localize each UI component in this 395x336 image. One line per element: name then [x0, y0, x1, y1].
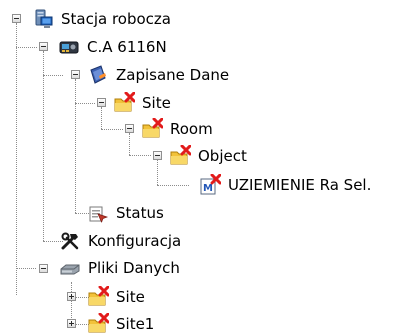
- tree-connector: [101, 107, 102, 129]
- tree-node-label: Site1: [116, 315, 155, 333]
- expand-toggle-files-site[interactable]: [67, 292, 76, 301]
- tree-connector: [43, 75, 63, 76]
- tree-node-measurement[interactable]: M UZIEMIENIE Ra Sel.: [199, 173, 373, 197]
- collapse-toggle-data-files[interactable]: [39, 264, 48, 273]
- svg-text:M: M: [203, 183, 213, 194]
- tree-node-label: Object: [198, 147, 247, 165]
- collapse-toggle-room[interactable]: [125, 124, 134, 133]
- data-files-drive-icon: [59, 257, 81, 279]
- collapse-toggle-device[interactable]: [39, 42, 48, 51]
- saved-data-book-icon: [87, 64, 109, 86]
- tree-node-label: Stacja robocza: [61, 10, 171, 28]
- tree-node-site[interactable]: Site: [113, 91, 173, 115]
- folder-with-red-x-icon: [113, 92, 135, 114]
- tree-connector: [157, 185, 189, 186]
- tree-node-object[interactable]: Object: [169, 144, 249, 168]
- tree-connector: [129, 133, 130, 155]
- collapse-toggle-site[interactable]: [97, 98, 106, 107]
- tree-node-room[interactable]: Room: [141, 117, 215, 141]
- status-icon: [87, 202, 109, 224]
- tree-connector: [75, 79, 76, 213]
- collapse-toggle-saved-data[interactable]: [71, 70, 80, 79]
- tree-node-root[interactable]: Stacja robocza: [32, 7, 173, 31]
- tree-node-files-site[interactable]: Site: [87, 285, 147, 309]
- folder-with-red-x-icon: [87, 286, 109, 308]
- tree-connector: [75, 103, 95, 104]
- tree-node-label: Site: [142, 94, 171, 112]
- tree-node-config[interactable]: Konfiguracja: [59, 229, 183, 253]
- tree-connector: [157, 160, 158, 185]
- collapse-toggle-root[interactable]: [12, 14, 21, 23]
- tree-connector: [71, 282, 72, 324]
- tree-node-label: C.A 6116N: [87, 38, 167, 56]
- tree-node-device[interactable]: C.A 6116N: [58, 35, 169, 59]
- computer-icon: [32, 8, 54, 30]
- tools-icon: [59, 230, 81, 252]
- tree-node-data-files[interactable]: Pliki Danych: [59, 256, 182, 280]
- tree-node-status[interactable]: Status: [87, 201, 166, 225]
- tree-connector: [43, 51, 44, 241]
- folder-with-red-x-icon: [141, 118, 163, 140]
- tree-connector: [129, 155, 151, 156]
- tree-node-label: Room: [170, 120, 213, 138]
- tree-connector: [16, 268, 36, 269]
- folder-with-red-x-icon: [87, 313, 109, 335]
- tree-node-label: Site: [116, 288, 145, 306]
- folder-with-red-x-icon: [169, 145, 191, 167]
- instrument-device-icon: [58, 36, 80, 58]
- tree-node-label: Pliki Danych: [88, 259, 180, 277]
- tree-view[interactable]: Stacja robocza C.A 6116N Zapisane Dane S…: [0, 0, 395, 336]
- tree-node-label: UZIEMIENIE Ra Sel.: [228, 176, 372, 194]
- tree-node-label: Status: [116, 204, 164, 222]
- tree-connector: [16, 23, 17, 295]
- tree-node-files-site1[interactable]: Site1: [87, 312, 156, 336]
- measurement-doc-icon: M: [199, 174, 221, 196]
- tree-node-label: Konfiguracja: [88, 232, 182, 250]
- expand-toggle-files-site1[interactable]: [67, 319, 76, 328]
- tree-node-saved-data[interactable]: Zapisane Dane: [87, 63, 231, 87]
- tree-node-label: Zapisane Dane: [116, 66, 230, 84]
- tree-connector: [101, 129, 123, 130]
- tree-connector: [16, 47, 37, 48]
- collapse-toggle-object[interactable]: [153, 151, 162, 160]
